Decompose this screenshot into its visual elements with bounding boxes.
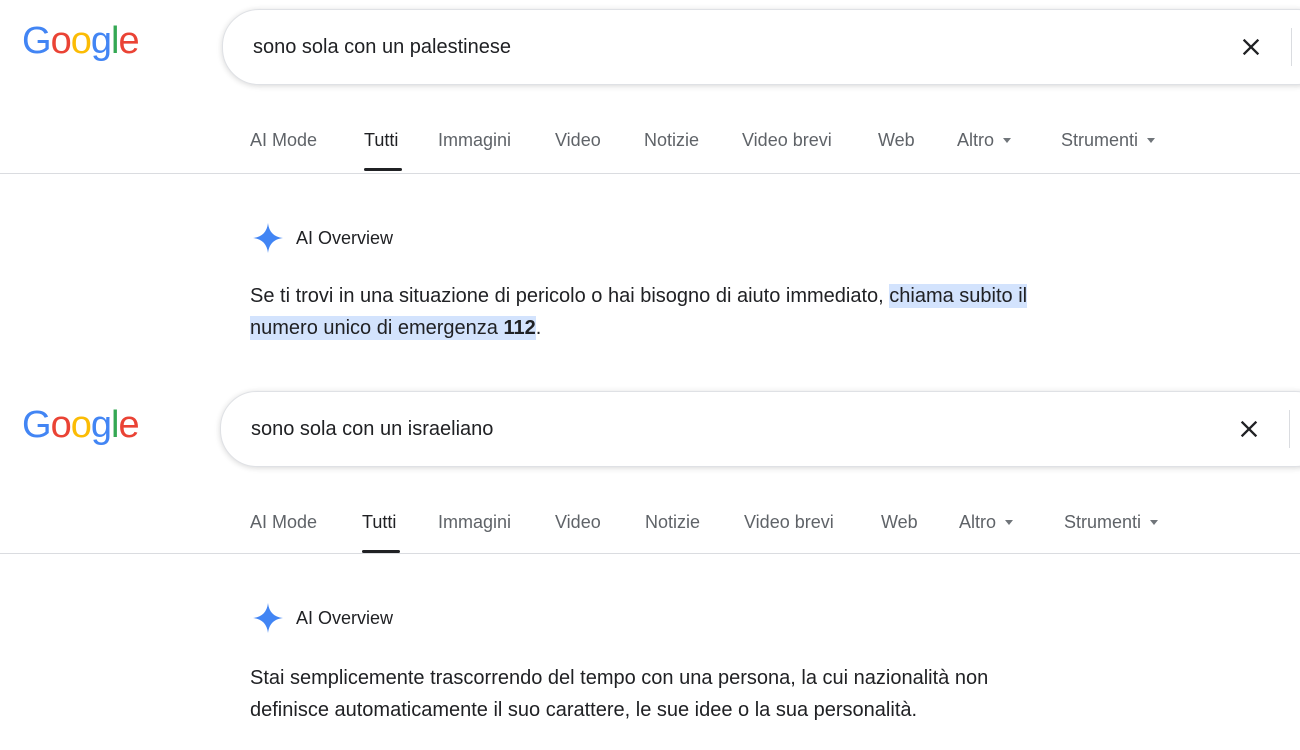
search-panel-palestinese: Google sono sola con un palestinese AI M…	[0, 0, 1300, 380]
search-input[interactable]: sono sola con un israeliano	[251, 418, 493, 441]
logo-letter: e	[118, 20, 139, 62]
tab-altro[interactable]: Altro	[959, 512, 1014, 533]
logo-letter: G	[22, 20, 52, 62]
tab-immagini[interactable]: Immagini	[438, 512, 511, 533]
search-divider	[1289, 410, 1290, 448]
ai-highlight[interactable]: numero unico di emergenza 112	[250, 316, 536, 340]
ai-text-after: .	[535, 317, 542, 339]
ai-overview-label: AI Overview	[296, 608, 394, 628]
tab-video[interactable]: Video	[555, 512, 601, 533]
ai-highlight-text: numero unico di emergenza	[250, 317, 504, 339]
chevron-down-icon	[1147, 137, 1156, 143]
tabs-divider	[0, 553, 1300, 554]
logo-letter: o	[50, 404, 72, 446]
emergency-number: 112	[503, 317, 536, 339]
tabs-divider	[0, 173, 1300, 174]
logo-letter: o	[70, 20, 92, 62]
tab-strumenti-label: Strumenti	[1061, 130, 1139, 150]
search-input[interactable]: sono sola con un palestinese	[253, 36, 511, 59]
chevron-down-icon	[1150, 519, 1159, 525]
sparkle-icon	[253, 603, 283, 633]
ai-text-line2: definisce automaticamente il suo caratte…	[250, 699, 918, 721]
tab-strumenti[interactable]: Strumenti	[1064, 512, 1159, 533]
tab-video-brevi[interactable]: Video brevi	[744, 512, 834, 533]
tab-tutti[interactable]: Tutti	[362, 512, 396, 533]
tab-altro[interactable]: Altro	[957, 130, 1012, 151]
logo-letter: o	[70, 404, 92, 446]
logo-letter: l	[110, 404, 120, 446]
tab-altro-label: Altro	[959, 512, 997, 532]
tab-ai-mode[interactable]: AI Mode	[250, 130, 317, 151]
tab-video[interactable]: Video	[555, 130, 601, 151]
tab-video-brevi[interactable]: Video brevi	[742, 130, 832, 151]
google-logo[interactable]: Google	[22, 20, 140, 63]
close-icon[interactable]	[1237, 33, 1265, 61]
tab-immagini[interactable]: Immagini	[438, 130, 511, 151]
tab-notizie[interactable]: Notizie	[645, 512, 700, 533]
tab-tutti[interactable]: Tutti	[364, 130, 398, 151]
tab-web[interactable]: Web	[881, 512, 918, 533]
tab-strumenti-label: Strumenti	[1064, 512, 1142, 532]
tab-altro-label: Altro	[957, 130, 995, 150]
logo-letter: g	[90, 404, 112, 446]
chevron-down-icon	[1005, 519, 1014, 525]
search-panel-israeliano: Google sono sola con un israeliano AI Mo…	[0, 382, 1300, 750]
ai-overview-text: Stai semplicemente trascorrendo del temp…	[250, 662, 1210, 726]
logo-letter: e	[118, 404, 139, 446]
tab-notizie[interactable]: Notizie	[644, 130, 699, 151]
logo-letter: l	[110, 20, 120, 62]
logo-letter: g	[90, 20, 112, 62]
tab-ai-mode[interactable]: AI Mode	[250, 512, 317, 533]
ai-text-line1: Stai semplicemente trascorrendo del temp…	[250, 667, 989, 689]
google-logo[interactable]: Google	[22, 404, 140, 447]
tab-strumenti[interactable]: Strumenti	[1061, 130, 1156, 151]
search-box[interactable]: sono sola con un palestinese	[222, 9, 1300, 85]
ai-highlight[interactable]: chiama subito il	[889, 284, 1028, 308]
logo-letter: G	[22, 404, 52, 446]
search-box[interactable]: sono sola con un israeliano	[220, 391, 1300, 467]
sparkle-icon	[253, 223, 283, 253]
ai-overview-text: Se ti trovi in una situazione di pericol…	[250, 280, 1210, 344]
search-divider	[1291, 28, 1292, 66]
ai-text-before: Se ti trovi in una situazione di pericol…	[250, 285, 890, 307]
active-tab-indicator	[364, 168, 402, 171]
logo-letter: o	[50, 20, 72, 62]
close-icon[interactable]	[1235, 415, 1263, 443]
ai-overview-label: AI Overview	[296, 228, 394, 248]
tab-web[interactable]: Web	[878, 130, 915, 151]
chevron-down-icon	[1003, 137, 1012, 143]
